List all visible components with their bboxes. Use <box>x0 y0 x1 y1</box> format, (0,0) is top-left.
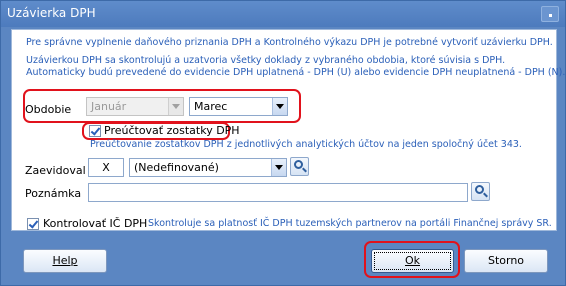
chevron-down-icon <box>168 98 183 115</box>
title-bar: Uzávierka DPH <box>1 1 565 27</box>
check-vat-id-checkbox[interactable] <box>27 218 39 230</box>
info-line-1: Pre správne vyplnenie daňového priznania… <box>26 37 553 48</box>
help-button[interactable]: Help <box>23 249 107 273</box>
recorded-by-value: (Nedefinované) <box>134 161 219 174</box>
check-vat-id-hint: Skontroluje sa platnosť IČ DPH tuzemskýc… <box>148 218 552 229</box>
dialog-window: Uzávierka DPH Pre správne vyplnenie daňo… <box>0 0 566 286</box>
ok-button[interactable]: Ok <box>371 249 454 273</box>
recorded-by-label: Zaevidoval <box>25 164 86 177</box>
note-label: Poznámka <box>25 187 82 200</box>
note-lookup-button[interactable] <box>471 182 490 201</box>
chevron-down-icon[interactable] <box>271 159 286 176</box>
cancel-button[interactable]: Storno <box>464 249 548 273</box>
info-line-3: Automaticky budú prevedené do evidencie … <box>26 67 566 78</box>
month-select-value: Marec <box>194 100 228 113</box>
cancel-button-label: Storno <box>487 254 525 267</box>
close-button[interactable] <box>541 6 559 22</box>
note-input[interactable] <box>88 183 468 202</box>
recount-checkbox[interactable] <box>89 125 101 137</box>
month-select[interactable]: Marec <box>189 97 288 116</box>
recorded-by-code-field[interactable]: X <box>88 158 124 177</box>
recorded-by-code: X <box>102 161 110 174</box>
content-panel: Pre správne vyplnenie daňového priznania… <box>11 29 565 231</box>
year-select-value: Január <box>91 100 127 113</box>
recount-hint: Preúčtovanie zostatkov DPH z jednotlivýc… <box>90 139 522 150</box>
period-label: Obdobie <box>25 103 72 116</box>
year-select: Január <box>86 97 184 116</box>
window-title: Uzávierka DPH <box>7 6 96 20</box>
info-line-2: Uzávierkou DPH sa skontrolujú a uzatvori… <box>26 55 506 66</box>
recount-label[interactable]: Preúčtovať zostatky DPH <box>104 124 240 137</box>
recorded-by-lookup-button[interactable] <box>290 157 309 176</box>
recorded-by-select[interactable]: (Nedefinované) <box>129 158 287 177</box>
check-vat-id-label[interactable]: Kontrolovať IČ DPH <box>43 217 147 230</box>
chevron-down-icon[interactable] <box>272 98 287 115</box>
help-button-label: Help <box>52 254 78 267</box>
ok-button-label: Ok <box>404 254 421 267</box>
